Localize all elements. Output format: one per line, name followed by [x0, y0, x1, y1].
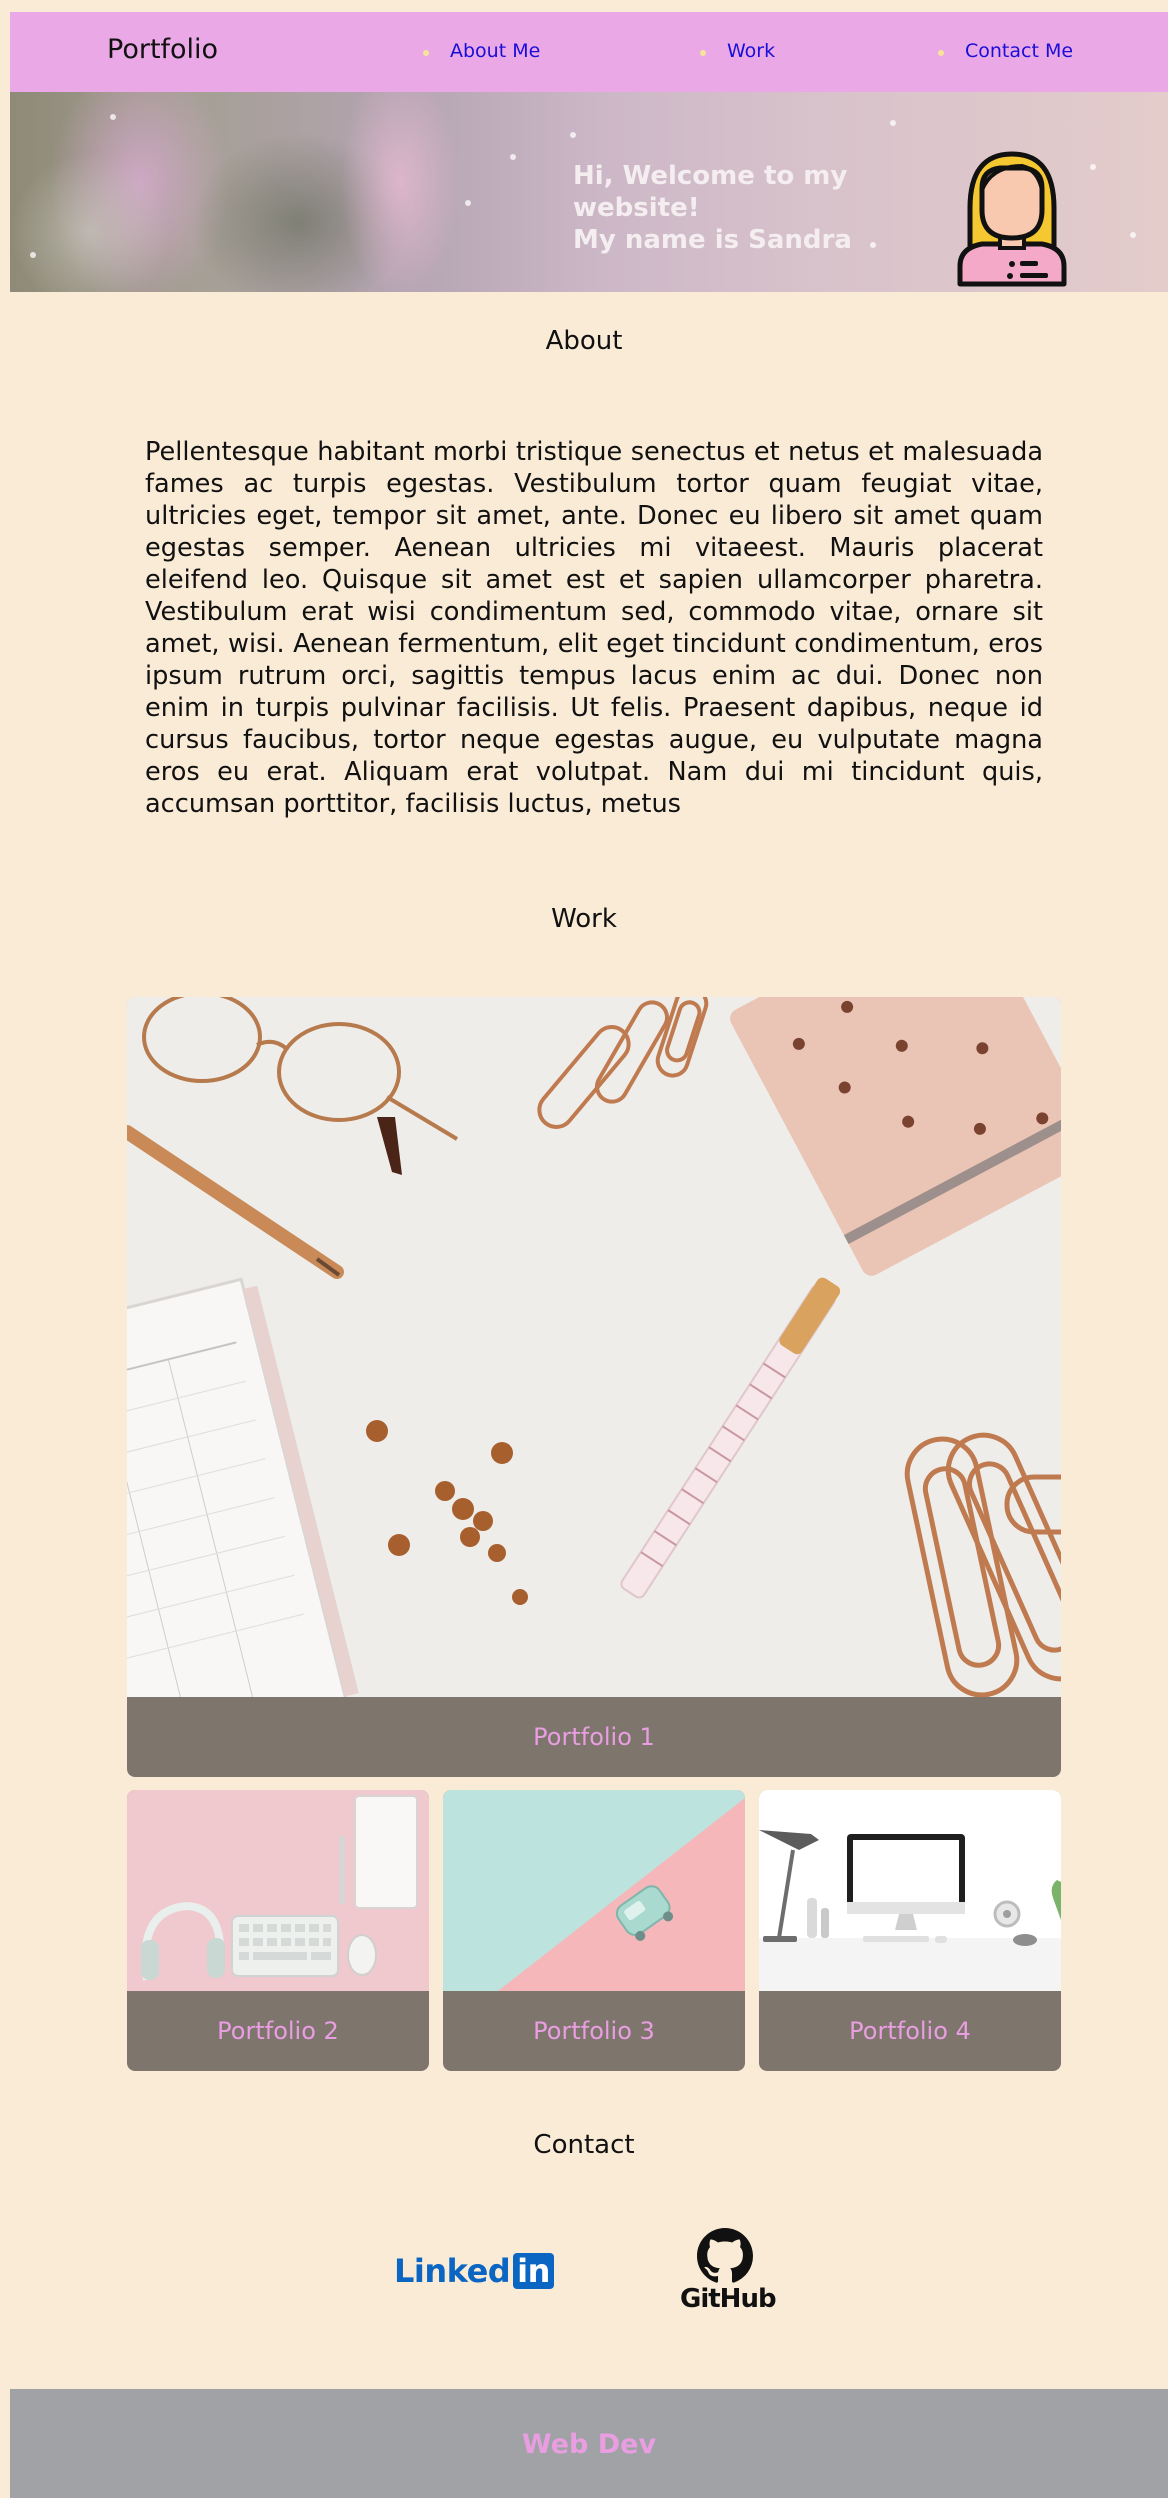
portfolio-2-caption: Portfolio 2 [217, 2017, 339, 2045]
linkedin-wordmark: Linked [394, 2252, 511, 2290]
hero-line-2: website! [573, 193, 700, 223]
portfolio-4-image [759, 1790, 1061, 1991]
portfolio-card-1[interactable]: Portfolio 1 [127, 997, 1061, 1777]
site-brand: Portfolio [107, 34, 219, 65]
portfolio-card-2[interactable]: Portfolio 2 [127, 1790, 429, 2071]
github-icon [697, 2228, 753, 2283]
portfolio-card-3[interactable]: Portfolio 3 [443, 1790, 745, 2071]
hero-banner: Hi, Welcome to my website! My name is Sa… [10, 92, 1168, 292]
about-paragraph: Pellentesque habitant morbi tristique se… [145, 437, 1043, 819]
work-title: Work [551, 904, 617, 934]
avatar-icon [957, 151, 1067, 287]
site-header: Portfolio About Me Work Contact Me [10, 12, 1168, 92]
hero-line-1: Hi, Welcome to my [573, 161, 848, 191]
hero-line-3: My name is Sandra [573, 225, 852, 255]
about-title: About [545, 326, 623, 356]
portfolio-2-image [127, 1790, 429, 1991]
nav-link-work[interactable]: Work [699, 40, 775, 62]
portfolio-4-caption: Portfolio 4 [849, 2017, 971, 2045]
footer-text: Web Dev [521, 2429, 657, 2460]
site-footer: Web Dev [10, 2389, 1168, 2498]
portfolio-card-4[interactable]: Portfolio 4 [759, 1790, 1061, 2071]
portfolio-3-image [443, 1790, 745, 1991]
portfolio-1-caption: Portfolio 1 [533, 1723, 655, 1751]
nav-link-contact[interactable]: Contact Me [937, 40, 1073, 62]
hero-greeting: Hi, Welcome to my website! My name is Sa… [573, 160, 863, 256]
portfolio-3-caption: Portfolio 3 [533, 2017, 655, 2045]
github-label: GitHub [680, 2284, 777, 2314]
linkedin-icon: in [513, 2253, 554, 2289]
github-link[interactable]: GitHub [680, 2228, 777, 2314]
portfolio-1-image [127, 997, 1061, 1697]
nav-link-about[interactable]: About Me [422, 40, 540, 62]
linkedin-link[interactable]: Linked in [394, 2252, 554, 2290]
contact-title: Contact [533, 2130, 635, 2160]
